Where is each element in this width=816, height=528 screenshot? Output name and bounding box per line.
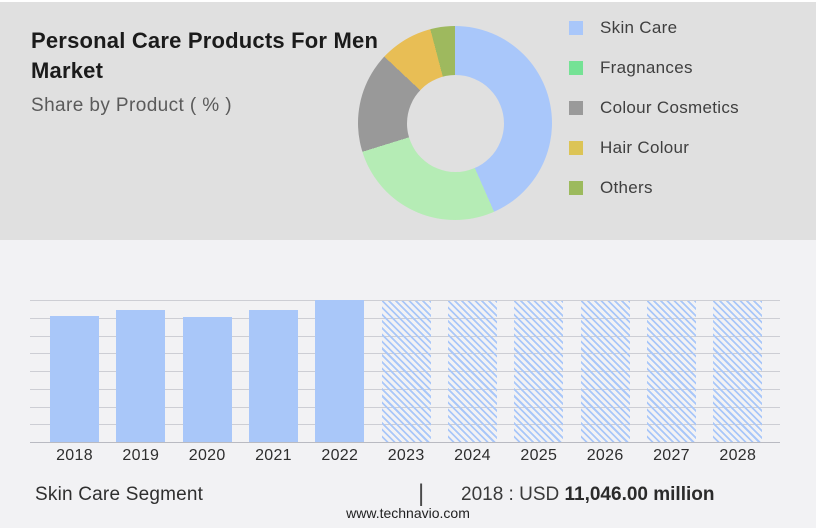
website-url: www.technavio.com	[346, 505, 470, 521]
bar-2027-forecast	[646, 301, 696, 442]
legend-item-1: Fragnances	[569, 48, 739, 88]
segment-value-prefix: 2018 : USD	[461, 484, 565, 505]
year-label-2020: 2020	[188, 447, 226, 464]
bar-2019	[116, 310, 166, 442]
year-label-2021: 2021	[255, 447, 292, 464]
title-block: Personal Care Products For Men Market Sh…	[31, 26, 378, 117]
year-label-2019: 2019	[122, 447, 160, 464]
legend-item-2: Colour Cosmetics	[569, 88, 739, 128]
bar-2024-forecast	[447, 301, 497, 442]
legend-swatch-icon	[569, 61, 583, 75]
legend-label: Colour Cosmetics	[600, 98, 739, 117]
segment-value: 2018 : USD 11,046.00 million	[461, 484, 714, 506]
bar-2028-forecast	[713, 301, 763, 442]
legend-swatch-icon	[569, 181, 583, 195]
donut-hole	[406, 74, 504, 172]
donut-legend: Skin Care Fragnances Colour Cosmetics Hair …	[569, 8, 739, 208]
infographic: Personal Care Products For Men Market Sh…	[0, 0, 816, 528]
bar-2021	[248, 310, 298, 442]
year-label-2022: 2022	[321, 447, 359, 464]
donut-chart	[358, 26, 552, 220]
legend-swatch-icon	[569, 141, 583, 155]
bar-2022	[315, 300, 365, 442]
year-label-2018: 2018	[56, 447, 93, 464]
x-axis-baseline	[30, 442, 780, 443]
legend-swatch-icon	[569, 101, 583, 115]
legend-label: Others	[600, 178, 653, 197]
legend-item-3: Hair Colour	[569, 128, 739, 168]
page-title-line-1: Personal Care Products For Men	[31, 28, 379, 53]
year-label-2024: 2024	[454, 447, 491, 464]
legend-swatch-icon	[569, 21, 583, 35]
bar-2020	[182, 317, 232, 442]
bar-2023-forecast	[381, 301, 431, 442]
bar-2026-forecast	[580, 301, 630, 442]
segment-label: Skin Care Segment	[35, 484, 204, 505]
legend-label: Hair Colour	[600, 138, 690, 157]
chart-subtitle: Share by Product ( % )	[31, 95, 232, 116]
header-section: Personal Care Products For Men Market Sh…	[0, 2, 816, 240]
year-label-2026: 2026	[586, 447, 624, 464]
legend-label: Fragnances	[600, 58, 693, 77]
legend-label: Skin Care	[600, 18, 678, 37]
year-label-2023: 2023	[387, 447, 425, 464]
year-label-2025: 2025	[520, 447, 558, 464]
segment-value-amount: 11,046.00 million	[564, 484, 715, 505]
legend-item-0: Skin Care	[569, 8, 739, 48]
legend-item-4: Others	[569, 168, 739, 208]
page-title-line-2: Market	[31, 58, 104, 83]
bar-2018	[50, 316, 99, 442]
year-label-2028: 2028	[719, 447, 757, 464]
bar-2025-forecast	[514, 301, 564, 442]
year-label-2027: 2027	[653, 447, 690, 464]
footer-separator: |	[418, 480, 425, 507]
